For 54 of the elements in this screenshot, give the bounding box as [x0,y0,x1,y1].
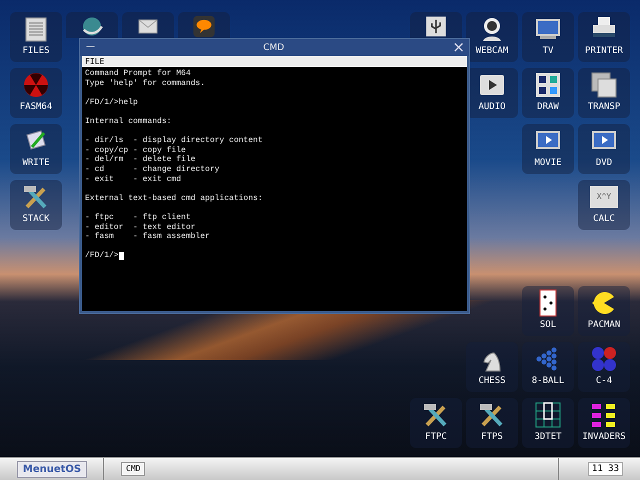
desktop-shortcut[interactable]: CHESS [466,342,518,392]
terminal-line: - cd - change directory [85,164,220,175]
desktop-shortcut[interactable]: WRITE [10,124,62,174]
menu-item[interactable]: FILE [85,56,104,66]
desktop-shortcut[interactable]: TV [522,12,574,62]
desktop-shortcut[interactable]: X^Y CALC [578,180,630,230]
terminal-line: /FD/1/>help [85,98,138,108]
radiation-icon [22,71,50,99]
desktop-shortcut[interactable] [410,12,462,38]
desktop-shortcut[interactable]: DVD [578,124,630,174]
color-grid-icon [534,71,562,99]
desktop-shortcut[interactable]: FTPS [466,398,518,448]
start-button[interactable]: MenuetOS [17,460,87,478]
four-dots-icon [590,345,618,373]
desktop-shortcut[interactable]: DRAW [522,68,574,118]
desktop-shortcut[interactable]: C-4 [578,342,630,392]
terminal-line: - exit - exit cmd [85,174,182,184]
calculator-icon: X^Y [590,186,618,208]
close-button[interactable]: × [452,40,465,55]
desktop-shortcut[interactable] [178,12,230,38]
desktop-shortcut[interactable]: FASM64 [10,68,62,118]
window-title: CMD [263,42,284,52]
desktop-shortcut[interactable]: INVADERS [578,398,630,448]
minimize-button[interactable]: — [86,43,95,52]
text-cursor [118,252,124,260]
terminal-line: - copy/cp - copy file [85,146,186,155]
terminal-line: Type 'help' for commands. [85,78,206,88]
desktop-shortcut[interactable]: TRANSP [578,68,630,118]
overlapping-windows-icon [590,71,618,99]
terminal-line: - dir/ls - display directory content [85,136,263,146]
desktop-shortcut[interactable]: PRINTER [578,12,630,62]
desktop-shortcut[interactable]: MOVIE [522,124,574,174]
block-grid-icon [534,401,562,429]
desktop-shortcut[interactable] [122,12,174,38]
terminal-line: /FD/1/> [85,251,119,261]
terminal-line: - ftpc - ftp client [85,212,191,222]
task-button[interactable]: CMD [121,462,146,476]
desktop-shortcut[interactable]: PACMAN [578,286,630,336]
desktop-shortcut[interactable]: WEBCAM [466,12,518,62]
desktop-shortcut[interactable]: FILES [10,12,62,62]
terminal-line: - editor - text editor [85,222,196,232]
terminal-line: Internal commands: [85,116,172,127]
terminal-line: - del/rm - delete file [85,155,196,165]
desktop-shortcut[interactable]: STACK [10,180,62,230]
terminal-line: - fasm - fasm assembler [85,232,210,242]
space-invaders-icon [590,401,618,429]
terminal-line: Command Prompt for M64 [85,69,191,79]
desktop-shortcut[interactable]: 8-BALL [522,342,574,392]
clock: 11 33 [588,462,623,476]
desktop-shortcut[interactable] [66,12,118,38]
desktop-shortcut[interactable]: 3DTET [522,398,574,448]
terminal-line: External text-based cmd applications: [85,194,263,204]
desktop-shortcut[interactable]: SOL [522,286,574,336]
desktop-shortcut[interactable]: FTPC [410,398,462,448]
